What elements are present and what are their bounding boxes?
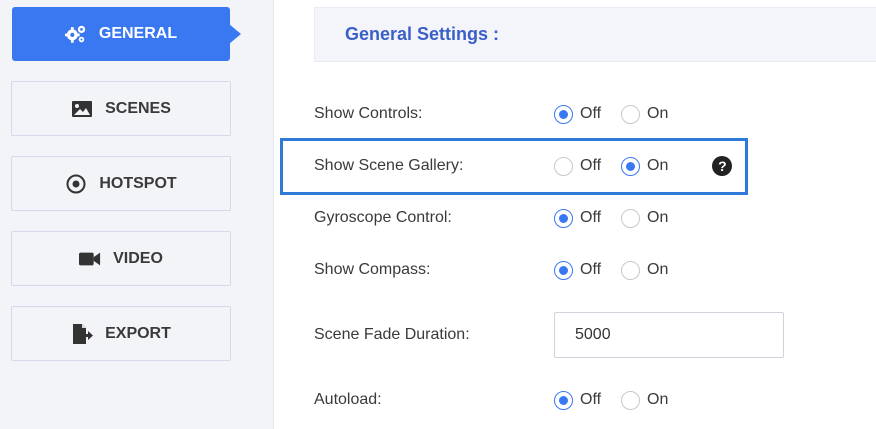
show-scene-gallery-on-radio[interactable]: On [621, 156, 669, 176]
setting-label: Autoload: [314, 391, 382, 408]
nav-hotspot-label: HOTSPOT [99, 174, 177, 192]
setting-show-compass: Show Compass: Off On [314, 255, 688, 285]
radio-label: On [647, 105, 669, 122]
main-panel: General Settings : Show Controls: Off On… [275, 0, 876, 429]
settings-header: General Settings : [314, 7, 876, 62]
nav-export-label: EXPORT [105, 324, 171, 342]
radio-circle[interactable] [554, 156, 573, 176]
radio-label: On [647, 157, 669, 174]
radio-circle[interactable] [554, 104, 573, 124]
setting-gyroscope-control: Gyroscope Control: Off On [314, 203, 688, 233]
radio-label: On [647, 209, 669, 226]
show-compass-off-radio[interactable]: Off [554, 260, 602, 280]
setting-label: Show Compass: [314, 261, 431, 278]
radio-label: Off [580, 391, 602, 408]
radio-label: Off [580, 209, 602, 226]
gyroscope-on-radio[interactable]: On [621, 208, 669, 228]
setting-show-controls: Show Controls: Off On [314, 99, 688, 129]
nav-video-button[interactable]: VIDEO [11, 231, 231, 286]
show-scene-gallery-off-radio[interactable]: Off [554, 156, 602, 176]
setting-label: Scene Fade Duration: [314, 326, 470, 343]
radio-circle[interactable] [621, 260, 641, 280]
radio-label: On [647, 261, 669, 278]
radio-circle[interactable] [621, 390, 641, 410]
radio-label: On [647, 391, 669, 408]
setting-label: Show Scene Gallery: [314, 157, 464, 174]
show-compass-on-radio[interactable]: On [621, 260, 669, 280]
autoload-on-radio[interactable]: On [621, 390, 669, 410]
radio-circle[interactable] [621, 104, 641, 124]
image-icon [71, 98, 93, 120]
page-title: General Settings : [345, 24, 500, 44]
nav-export-button[interactable]: EXPORT [11, 306, 231, 361]
autoload-off-radio[interactable]: Off [554, 390, 602, 410]
nav-general-label: GENERAL [98, 25, 178, 42]
radio-circle[interactable] [621, 156, 641, 176]
nav-video-label: VIDEO [113, 249, 163, 267]
sidebar: GENERAL SCENES HOTSPOT VIDEO EXPORT [0, 0, 274, 429]
export-file-icon [71, 323, 94, 345]
radio-label: Off [580, 105, 602, 122]
radio-circle[interactable] [621, 208, 641, 228]
setting-scene-fade-duration: Scene Fade Duration: 5000 [314, 312, 784, 358]
fade-duration-input[interactable]: 5000 [554, 312, 784, 358]
nav-general-button[interactable]: GENERAL [12, 7, 241, 61]
radio-label: Off [580, 261, 602, 278]
radio-circle[interactable] [554, 260, 573, 280]
nav-scenes-label: SCENES [105, 99, 171, 117]
help-icon[interactable]: ? [712, 156, 733, 176]
target-icon [65, 173, 87, 195]
setting-autoload: Autoload: Off On [314, 385, 688, 415]
video-camera-icon [79, 248, 101, 270]
show-controls-on-radio[interactable]: On [621, 104, 669, 124]
gyroscope-off-radio[interactable]: Off [554, 208, 602, 228]
radio-circle[interactable] [554, 390, 573, 410]
setting-label: Show Controls: [314, 105, 423, 122]
nav-scenes-button[interactable]: SCENES [11, 81, 231, 136]
gears-icon [64, 23, 87, 45]
radio-label: Off [580, 157, 602, 174]
radio-circle[interactable] [554, 208, 573, 228]
setting-label: Gyroscope Control: [314, 209, 452, 226]
nav-hotspot-button[interactable]: HOTSPOT [11, 156, 231, 211]
show-controls-off-radio[interactable]: Off [554, 104, 602, 124]
setting-show-scene-gallery: Show Scene Gallery: Off On ? [314, 151, 733, 181]
